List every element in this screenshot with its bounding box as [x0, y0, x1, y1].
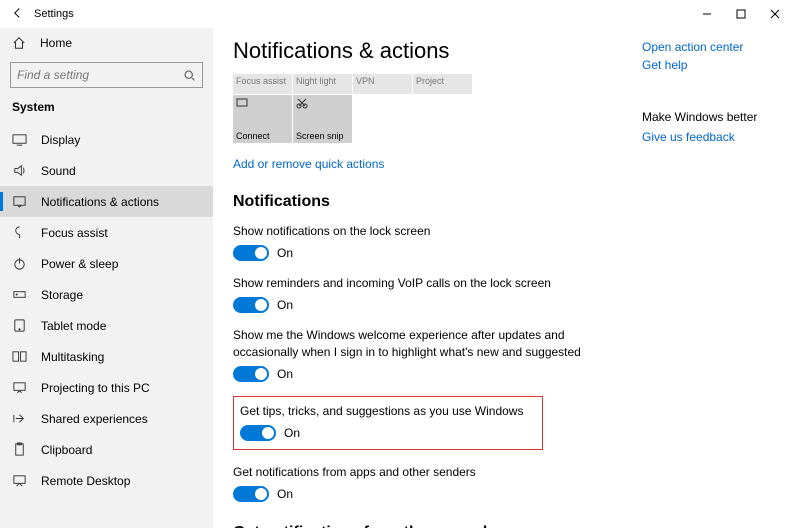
toggle-state: On [277, 246, 293, 260]
tablet-icon [12, 318, 27, 333]
qa-tile[interactable]: Night light [293, 74, 352, 94]
sidebar-item-label: Display [41, 133, 80, 147]
toggle[interactable] [233, 366, 269, 382]
toggle-state: On [277, 298, 293, 312]
projecting-icon [12, 380, 27, 395]
sidebar-item-label: Tablet mode [41, 319, 106, 333]
sidebar-item-label: Projecting to this PC [41, 381, 150, 395]
toggle[interactable] [233, 297, 269, 313]
qa-tile-connect[interactable]: Connect [233, 95, 292, 143]
sidebar-item-notifications[interactable]: Notifications & actions [0, 186, 213, 217]
add-remove-quick-actions-link[interactable]: Add or remove quick actions [233, 157, 784, 171]
qa-tile[interactable]: Project [413, 74, 472, 94]
sidebar-item-label: Storage [41, 288, 83, 302]
sidebar-item-projecting[interactable]: Projecting to this PC [0, 372, 213, 403]
multitasking-icon [12, 349, 27, 364]
quick-actions-grid: Focus assist Night light VPN Project Con… [233, 74, 475, 143]
sidebar-item-sound[interactable]: Sound [0, 155, 213, 186]
toggle-state: On [277, 487, 293, 501]
setting-welcome-experience: Show me the Windows welcome experience a… [233, 327, 784, 381]
sidebar-home[interactable]: Home [0, 28, 213, 58]
feedback-link[interactable]: Give us feedback [642, 130, 782, 144]
shared-icon [12, 411, 27, 426]
sidebar-item-label: Shared experiences [41, 412, 148, 426]
sidebar-item-label: Focus assist [41, 226, 108, 240]
minimize-button[interactable] [690, 0, 724, 28]
sidebar-item-shared-experiences[interactable]: Shared experiences [0, 403, 213, 434]
qa-tile[interactable]: Focus assist [233, 74, 292, 94]
sidebar-item-tablet-mode[interactable]: Tablet mode [0, 310, 213, 341]
sidebar-section: System [0, 100, 213, 124]
sidebar-item-focus-assist[interactable]: Focus assist [0, 217, 213, 248]
remote-desktop-icon [12, 473, 27, 488]
home-icon [12, 36, 26, 50]
close-button[interactable] [758, 0, 792, 28]
setting-tips-tricks-highlighted: Get tips, tricks, and suggestions as you… [233, 396, 543, 450]
focus-assist-icon [12, 225, 27, 240]
toggle-state: On [284, 426, 300, 440]
back-button[interactable] [8, 7, 26, 22]
setting-label: Get tips, tricks, and suggestions as you… [240, 403, 532, 419]
sidebar-item-label: Notifications & actions [41, 195, 159, 209]
storage-icon [12, 287, 27, 302]
window-title: Settings [34, 8, 74, 20]
setting-reminders-voip: Show reminders and incoming VoIP calls o… [233, 275, 784, 313]
sidebar-item-display[interactable]: Display [0, 124, 213, 155]
clipboard-icon [12, 442, 27, 457]
sidebar-item-label: Remote Desktop [41, 474, 130, 488]
power-icon [12, 256, 27, 271]
get-help-link[interactable]: Get help [642, 58, 782, 72]
sidebar-item-clipboard[interactable]: Clipboard [0, 434, 213, 465]
right-column: Open action center Get help Make Windows… [642, 40, 782, 148]
search-field[interactable] [17, 68, 183, 82]
setting-lock-screen-notifications: Show notifications on the lock screen On [233, 223, 784, 261]
sidebar: Home System Display Sound Notifications … [0, 28, 213, 528]
sidebar-item-label: Sound [41, 164, 76, 178]
improve-header: Make Windows better [642, 110, 782, 124]
setting-label: Show reminders and incoming VoIP calls o… [233, 275, 593, 291]
main-content: Notifications & actions Focus assist Nig… [213, 28, 800, 528]
maximize-button[interactable] [724, 0, 758, 28]
snip-icon [296, 97, 308, 109]
qa-tile-screen-snip[interactable]: Screen snip [293, 95, 352, 143]
setting-label: Show me the Windows welcome experience a… [233, 327, 593, 359]
display-icon [12, 132, 27, 147]
titlebar: Settings [0, 0, 800, 28]
setting-label: Show notifications on the lock screen [233, 223, 593, 239]
notifications-header: Notifications [233, 193, 784, 211]
sidebar-item-label: Clipboard [41, 443, 92, 457]
sidebar-item-power-sleep[interactable]: Power & sleep [0, 248, 213, 279]
notifications-icon [12, 194, 27, 209]
sidebar-home-label: Home [40, 36, 72, 50]
sidebar-item-remote-desktop[interactable]: Remote Desktop [0, 465, 213, 496]
sound-icon [12, 163, 27, 178]
sidebar-item-label: Multitasking [41, 350, 104, 364]
setting-label: Get notifications from apps and other se… [233, 464, 593, 480]
toggle[interactable] [240, 425, 276, 441]
search-input[interactable] [10, 62, 203, 88]
qa-tile[interactable]: VPN [353, 74, 412, 94]
setting-app-notifications: Get notifications from apps and other se… [233, 464, 784, 502]
toggle[interactable] [233, 245, 269, 261]
sidebar-item-label: Power & sleep [41, 257, 118, 271]
connect-icon [236, 97, 248, 109]
sidebar-item-storage[interactable]: Storage [0, 279, 213, 310]
toggle-state: On [277, 367, 293, 381]
sidebar-item-multitasking[interactable]: Multitasking [0, 341, 213, 372]
toggle[interactable] [233, 486, 269, 502]
search-icon [183, 69, 196, 82]
senders-header: Get notifications from these senders [233, 524, 784, 528]
open-action-center-link[interactable]: Open action center [642, 40, 782, 54]
